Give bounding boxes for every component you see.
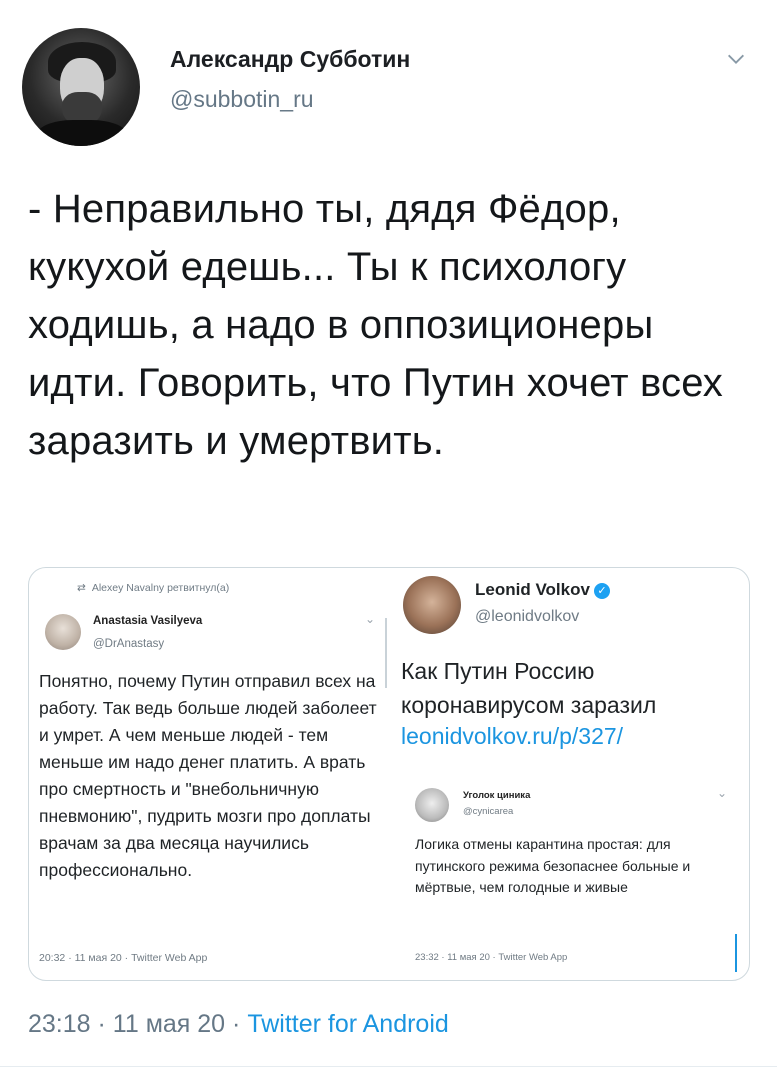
- separator: ·: [97, 1010, 106, 1038]
- embedded-author-name-text: Leonid Volkov: [475, 580, 590, 599]
- embedded-author-handle: @leonidvolkov: [475, 608, 580, 625]
- embedded-tweet-text: Понятно, почему Путин отправил всех на р…: [39, 671, 377, 880]
- avatar-body: [36, 120, 128, 146]
- tweet-date: 11 мая 20: [112, 1010, 226, 1038]
- tweet-time: 23:18: [28, 1010, 91, 1038]
- embedded-author-handle: @DrAnastasy: [93, 638, 165, 650]
- chevron-down-icon: ⌄: [365, 612, 376, 626]
- author-name[interactable]: Александр Субботин: [170, 46, 410, 73]
- embedded-tweet-left: ⇄ Alexey Navalny ретвитнул(а) Anastasia V…: [29, 568, 379, 980]
- avatar: [45, 614, 81, 650]
- divider: [385, 618, 387, 688]
- tweet-text: - Неправильно ты, дядя Фёдор, кукухой ед…: [28, 187, 723, 463]
- quoted-author-name: Уголок циника: [463, 790, 531, 801]
- retweet-icon: ⇄: [77, 582, 86, 594]
- embedded-tweet-text: Как Путин Россию коронавирусом заразил: [401, 658, 657, 718]
- tweet-footer: 23:18 · 11 мая 20 · Twitter for Android: [28, 1010, 449, 1039]
- avatar: [403, 576, 461, 634]
- chevron-down-icon[interactable]: [725, 48, 747, 70]
- quoted-tweet-meta: 23:32 · 11 мая 20 · Twitter Web App: [415, 952, 568, 963]
- tweet-client-link[interactable]: Twitter for Android: [247, 1010, 448, 1038]
- avatar: [415, 788, 449, 822]
- divider: [0, 1066, 777, 1067]
- chevron-down-icon: ⌄: [717, 786, 728, 800]
- scroll-indicator: [735, 934, 737, 972]
- embedded-tweet-meta: 20:32 · 11 мая 20 · Twitter Web App: [39, 952, 208, 964]
- author-handle[interactable]: @subbotin_ru: [170, 86, 314, 113]
- embedded-tweet-right: Leonid Volkov ✓ @leonidvolkov Как Путин Р…: [397, 568, 749, 980]
- author-avatar[interactable]: [22, 28, 140, 146]
- attached-image[interactable]: ⇄ Alexey Navalny ретвитнул(а) Anastasia V…: [28, 567, 750, 981]
- embedded-author-name: Anastasia Vasilyeva: [93, 615, 203, 627]
- embedded-author-name: Leonid Volkov ✓: [475, 580, 610, 600]
- retweet-line: ⇄ Alexey Navalny ретвитнул(а): [77, 582, 229, 594]
- quoted-author-handle: @cynicarea: [463, 806, 514, 817]
- embedded-link: leonidvolkov.ru/p/327/: [401, 723, 624, 749]
- verified-badge-icon: ✓: [593, 582, 610, 599]
- top-edge: [0, 0, 777, 10]
- quoted-tweet-text: Логика отмены карантина простая: для пут…: [415, 836, 691, 895]
- separator: ·: [232, 1010, 241, 1038]
- tweet-header: Александр Субботин @subbotin_ru: [22, 28, 757, 148]
- retweeted-by: Alexey Navalny ретвитнул(а): [91, 582, 230, 594]
